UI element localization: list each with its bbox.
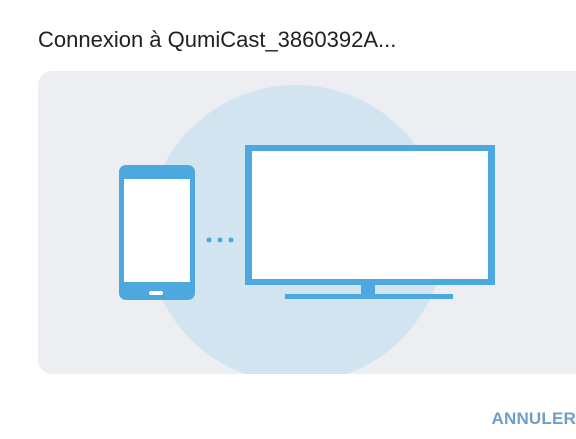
cast-connection-dialog: Connexion à QumiCast_3860392A... ANNULER bbox=[0, 0, 576, 439]
tv-icon bbox=[245, 145, 495, 299]
connecting-dots-icon bbox=[206, 237, 234, 243]
dialog-title: Connexion à QumiCast_3860392A... bbox=[38, 27, 397, 52]
casting-illustration bbox=[38, 71, 576, 374]
phone-icon bbox=[119, 165, 195, 300]
cancel-button[interactable]: ANNULER bbox=[491, 409, 576, 429]
